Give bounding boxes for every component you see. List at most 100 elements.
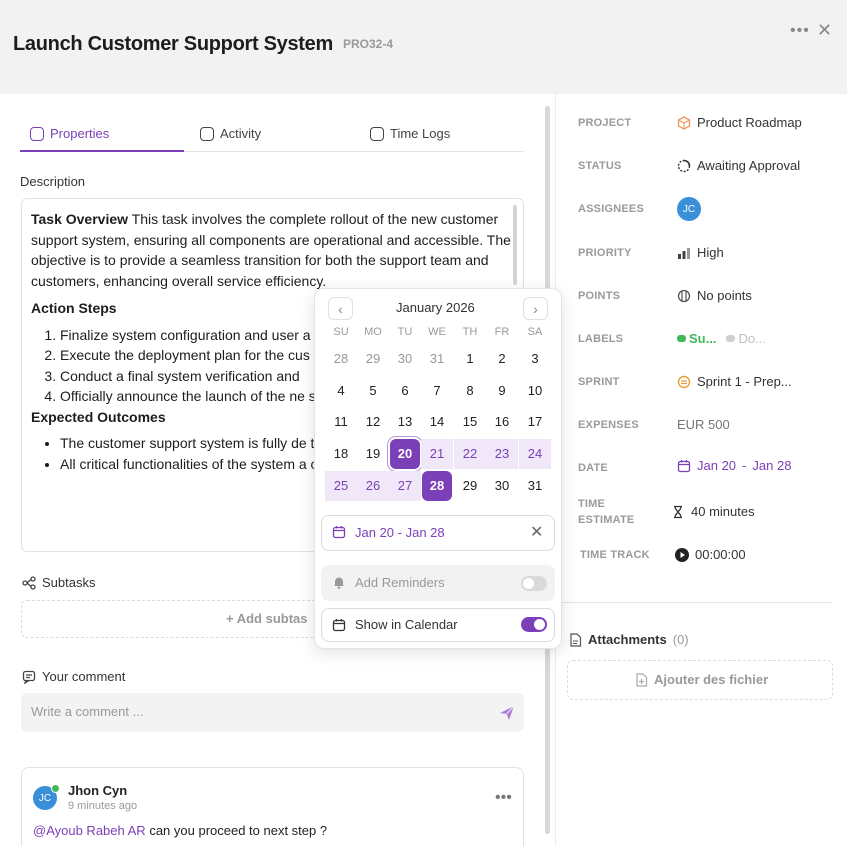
calendar-icon [332, 619, 346, 632]
bell-icon [334, 577, 344, 589]
description-scrollbar[interactable] [513, 205, 517, 285]
assignees-label: ASSIGNEES [578, 203, 644, 215]
date-label: DATE [578, 462, 608, 474]
add-subtask-button[interactable]: + Add subtas [226, 611, 308, 626]
expenses-value[interactable]: EUR 500 [677, 417, 730, 432]
prev-month-button[interactable]: ‹ [328, 297, 353, 320]
calendar-day[interactable]: 18 [326, 439, 356, 469]
chevron-left-icon: ‹ [338, 300, 343, 317]
calendar-day[interactable]: 31 [422, 344, 452, 374]
priority-value[interactable]: High [677, 245, 724, 260]
tab-time-logs[interactable]: Time Logs [370, 126, 450, 141]
tab-activity-label: Activity [220, 126, 262, 141]
mention-link[interactable]: @Ayoub Rabeh AR [33, 823, 146, 838]
project-value[interactable]: Product Roadmap [677, 115, 802, 130]
calendar-day[interactable]: 21 [421, 439, 453, 469]
time-track-text: 00:00:00 [695, 547, 746, 562]
reminders-toggle[interactable] [521, 576, 547, 591]
calendar-day[interactable]: 31 [520, 471, 550, 501]
calendar-day[interactable]: 4 [326, 376, 356, 406]
calendar-day[interactable]: 29 [455, 471, 485, 501]
more-options-icon[interactable]: ••• [790, 22, 810, 40]
calendar-day[interactable]: 30 [487, 471, 517, 501]
weekday-label: MO [364, 326, 382, 338]
calendar-day[interactable]: 9 [487, 376, 517, 406]
label-tag[interactable]: Do... [726, 331, 766, 346]
labels-label: LABELS [578, 333, 624, 345]
comment-body: can you proceed to next step ? [145, 823, 328, 838]
tab-properties-label: Properties [50, 126, 110, 141]
calendar-day-range-start[interactable]: 20 [390, 439, 420, 469]
toggle-knob [534, 619, 545, 630]
weekday-label: FR [494, 326, 510, 338]
calendar-day[interactable]: 6 [390, 376, 420, 406]
task-header: Launch Customer Support System PRO32-4 •… [0, 0, 847, 94]
calendar-day[interactable]: 16 [487, 407, 517, 437]
calendar-day[interactable]: 8 [455, 376, 485, 406]
calendar-day[interactable]: 28 [326, 344, 356, 374]
calendar-day[interactable]: 11 [326, 407, 356, 437]
calendar-day[interactable]: 25 [325, 471, 357, 501]
calendar-day[interactable]: 19 [358, 439, 388, 469]
calendar-day[interactable]: 15 [455, 407, 485, 437]
status-value[interactable]: Awaiting Approval [677, 158, 800, 173]
divider [556, 602, 832, 603]
tab-properties[interactable]: Properties [30, 126, 109, 141]
show-in-calendar-toggle[interactable] [521, 617, 547, 632]
points-text: No points [697, 288, 752, 303]
calendar-day[interactable]: 22 [454, 439, 486, 469]
date-range-text: Jan 20 - Jan 28 [355, 525, 445, 540]
status-label: STATUS [578, 160, 622, 172]
close-icon[interactable]: ✕ [817, 20, 832, 41]
tab-bar: Properties Activity Time Logs [20, 118, 524, 152]
comment-label: Your comment [42, 669, 126, 684]
subtasks-header: Subtasks [22, 575, 95, 590]
calendar-day[interactable]: 14 [422, 407, 452, 437]
comment-placeholder: Write a comment ... [31, 704, 144, 719]
calendar-day[interactable]: 17 [520, 407, 550, 437]
clear-date-icon[interactable]: ✕ [530, 522, 543, 542]
add-attachment-button[interactable]: Ajouter des fichier [635, 672, 768, 687]
attachments-count: (0) [672, 632, 689, 647]
weekday-label: SU [333, 326, 349, 338]
time-estimate-text: 40 minutes [691, 504, 755, 519]
label-tag[interactable]: Su... [677, 331, 716, 346]
project-label: PROJECT [578, 117, 632, 129]
calendar-day[interactable]: 30 [390, 344, 420, 374]
priority-label: PRIORITY [578, 247, 632, 259]
calendar-day[interactable]: 2 [487, 344, 517, 374]
calendar-day[interactable]: 26 [357, 471, 389, 501]
tab-activity[interactable]: Activity [200, 126, 261, 141]
time-estimate-value[interactable]: 40 minutes [671, 504, 755, 519]
next-month-button[interactable]: › [523, 297, 548, 320]
play-icon[interactable] [675, 547, 689, 562]
active-tab-indicator [20, 150, 184, 152]
calendar-day[interactable]: 1 [455, 344, 485, 374]
calendar-day[interactable]: 23 [486, 439, 518, 469]
time-track-value[interactable]: 00:00:00 [675, 547, 746, 562]
calendar-day[interactable]: 13 [390, 407, 420, 437]
calendar-day[interactable]: 24 [519, 439, 551, 469]
weekday-label: TU [397, 326, 413, 338]
comment-time: 9 minutes ago [68, 800, 138, 812]
sprint-value[interactable]: Sprint 1 - Prep... [677, 374, 792, 389]
send-icon[interactable] [498, 704, 516, 722]
comment-more-icon[interactable]: ••• [495, 789, 512, 807]
points-value[interactable]: No points [677, 288, 752, 303]
activity-icon [200, 126, 214, 141]
weekday-label: SA [527, 326, 543, 338]
assignee-avatar[interactable]: JC [677, 197, 701, 221]
calendar-day[interactable]: 27 [389, 471, 421, 501]
calendar-day[interactable]: 5 [358, 376, 388, 406]
task-title[interactable]: Launch Customer Support System [13, 33, 333, 56]
calendar-day[interactable]: 7 [422, 376, 452, 406]
calendar-day[interactable]: 10 [520, 376, 550, 406]
labels-value[interactable]: Su... Do... [677, 331, 766, 346]
calendar-day-range-end[interactable]: 28 [422, 471, 452, 501]
priority-text: High [697, 245, 724, 260]
calendar-day[interactable]: 3 [520, 344, 550, 374]
calendar-day[interactable]: 29 [358, 344, 388, 374]
date-value[interactable]: Jan 20 - Jan 28 [677, 458, 791, 473]
points-label: POINTS [578, 290, 621, 302]
calendar-day[interactable]: 12 [358, 407, 388, 437]
